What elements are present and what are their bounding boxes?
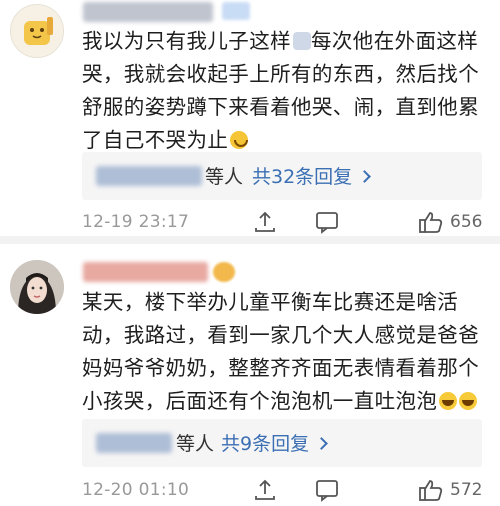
comment-item: 我以为只有我儿子这样 每次他在外面这样哭，我就会收起手上所有的东西，然后找个舒服的… — [0, 0, 500, 236]
username-blurred[interactable] — [83, 2, 213, 22]
timestamp: 12-20 01:10 — [82, 480, 190, 500]
replies-preview[interactable]: 等人 共32条回复 — [82, 152, 482, 200]
tears-of-joy-emoji-icon — [439, 392, 458, 410]
reply-usernames-blurred[interactable] — [96, 433, 172, 453]
vip-badge-icon — [222, 2, 250, 20]
view-replies-link[interactable]: 共9条回复 — [221, 429, 328, 456]
comment-meta: 12-20 01:10 572 — [82, 476, 492, 506]
user-avatar[interactable] — [10, 260, 64, 314]
chevron-right-icon — [315, 437, 328, 450]
share-icon[interactable] — [252, 210, 278, 234]
comment-meta: 12-19 23:17 656 — [82, 208, 492, 238]
username-blurred[interactable] — [83, 262, 208, 282]
thumbs-up-icon[interactable] — [418, 478, 444, 502]
comment-text: 某天，楼下举办儿童平衡车比赛还是啥活动，我路过，看到一家几个大人感觉是爸爸妈妈爷… — [82, 286, 482, 418]
user-avatar[interactable] — [10, 4, 64, 58]
timestamp: 12-19 23:17 — [82, 212, 190, 232]
replies-preview[interactable]: 等人 共9条回复 — [82, 419, 482, 467]
comment-text-part: 我以为只有我儿子这样 — [82, 29, 291, 53]
like-count: 572 — [450, 480, 483, 500]
comment-text: 我以为只有我儿子这样 每次他在外面这样哭，我就会收起手上所有的东西，然后找个舒服的… — [82, 25, 482, 157]
like-count: 656 — [450, 212, 483, 232]
comment-icon[interactable] — [314, 478, 340, 502]
replies-label: 等人 — [176, 433, 215, 455]
view-replies-link[interactable]: 共32条回复 — [252, 162, 372, 189]
comment-text-part: 某天，楼下举办儿童平衡车比赛还是啥活动，我路过，看到一家几个大人感觉是爸爸妈妈爷… — [82, 290, 480, 413]
comment-divider — [0, 236, 500, 244]
thumbs-up-icon[interactable] — [418, 210, 444, 234]
comment-item: 某天，楼下举办儿童平衡车比赛还是啥活动，我路过，看到一家几个大人感觉是爸爸妈妈爷… — [0, 244, 500, 506]
chevron-right-icon — [358, 170, 372, 183]
tears-of-joy-emoji-icon — [459, 392, 478, 410]
kneeling-person-emoji-icon — [293, 32, 311, 50]
replies-label: 等人 — [205, 166, 244, 188]
comment-icon[interactable] — [314, 210, 340, 234]
reply-usernames-blurred[interactable] — [96, 166, 202, 186]
upside-down-face-emoji-icon — [230, 131, 249, 149]
share-icon[interactable] — [252, 478, 278, 502]
crown-badge-icon — [213, 262, 235, 282]
